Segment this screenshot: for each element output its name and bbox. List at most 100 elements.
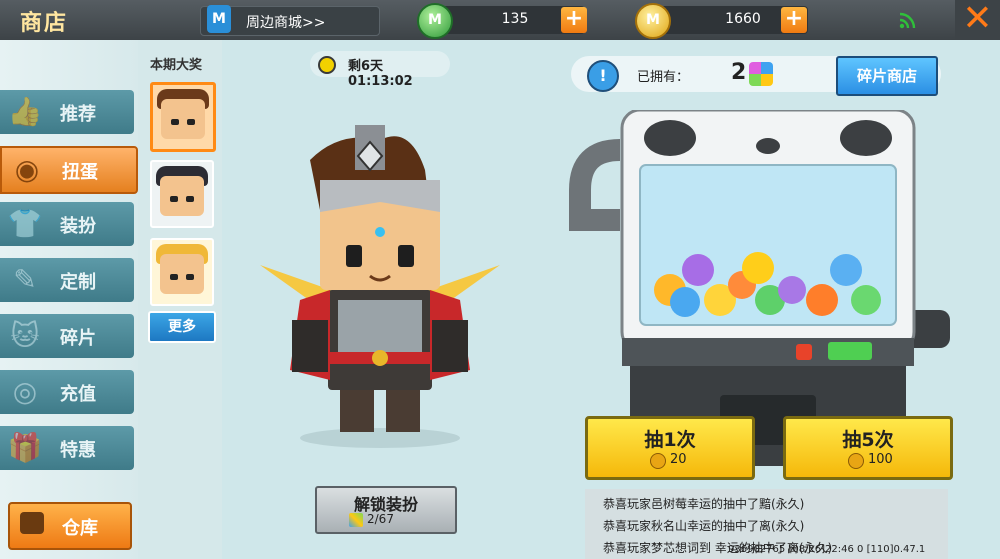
wifi-signal-icon [899, 12, 916, 29]
more-prizes-button[interactable]: 更多 [148, 311, 216, 343]
avatar-eye [170, 274, 178, 280]
thumbs-up-icon: 👍 [7, 95, 43, 128]
sidebar-item-recommended[interactable]: 👍 推荐 [0, 90, 134, 134]
capsule [830, 254, 862, 286]
avatar-face [160, 176, 204, 216]
right-leg [386, 390, 420, 432]
merch-mall-label: 周边商城>> [246, 15, 326, 31]
character-preview[interactable] [250, 120, 510, 450]
category-sidebar: 👍 推荐 ◉ 扭蛋 👕 装扮 ✎ 定制 🐱 碎片 ◎ 充值 🎁 特惠 [0, 40, 138, 559]
puzzle-piece-icon [749, 62, 773, 86]
shirt-icon: 👕 [7, 207, 43, 240]
sidebar-item-custom[interactable]: ✎ 定制 [0, 258, 134, 302]
capsule [778, 276, 806, 304]
warehouse-button[interactable]: 仓库 [8, 502, 132, 550]
right-eye [398, 245, 414, 267]
avatar-eye [170, 196, 178, 202]
capsule [851, 285, 881, 315]
sidebar-item-label: 充值 [60, 384, 96, 405]
right-arm [432, 320, 468, 372]
coin-balance: M 1660 + [635, 3, 808, 39]
coin-stack-icon: ◎ [12, 375, 38, 408]
grand-prize-title: 本期大奖 [150, 58, 203, 73]
unlock-outfit-button[interactable]: 解锁装扮 2/67 [315, 486, 457, 534]
panda-nose [756, 138, 780, 154]
clock-icon [318, 56, 336, 74]
prize-thumb-2[interactable] [150, 160, 214, 228]
add-coins-button[interactable]: + [781, 7, 807, 33]
info-icon[interactable]: ! [587, 60, 619, 92]
capsule [742, 252, 774, 284]
power-button [796, 344, 812, 360]
chest-icon [20, 512, 44, 534]
owned-label: 已拥有： [637, 70, 690, 85]
sidebar-item-label: 特惠 [60, 440, 96, 461]
sidebar-item-gacha[interactable]: ◉ 扭蛋 [0, 146, 138, 194]
left-arm [292, 320, 328, 372]
cat-icon: 🐱 [10, 319, 40, 352]
feed-line: 恭喜玩家邑树莓幸运的抽中了黯(永久) [603, 497, 805, 511]
prize-thumb-3[interactable] [150, 238, 214, 306]
shopping-bag-icon: M [207, 5, 231, 33]
left-leg [340, 390, 374, 432]
sidebar-item-fragments[interactable]: 🐱 碎片 [0, 314, 134, 358]
avatar-eye [171, 119, 179, 125]
draw-five-button[interactable]: 抽5次 100 [783, 416, 953, 480]
event-timer: 剩6天 01:13:02 [310, 51, 450, 89]
brush-icon: ✎ [13, 263, 37, 296]
prize-thumb-1[interactable] [150, 82, 216, 152]
go-button [828, 342, 872, 360]
owned-count: 2 [731, 60, 747, 85]
capsule [682, 254, 714, 286]
avatar-face [160, 254, 204, 294]
belt-buckle [372, 350, 388, 366]
sidebar-item-label: 扭蛋 [62, 162, 98, 183]
version-footer: 936902765 [08/26]22:46 0 [110]0.47.1 [728, 544, 926, 555]
left-eye [346, 245, 362, 267]
sidebar-item-recharge[interactable]: ◎ 充值 [0, 370, 134, 414]
unlock-progress: 2/67 [367, 512, 394, 526]
avatar-eye [186, 274, 194, 280]
shadow [300, 428, 460, 448]
sidebar-item-outfits[interactable]: 👕 装扮 [0, 202, 134, 246]
sidebar-item-deals[interactable]: 🎁 特惠 [0, 426, 134, 470]
sidebar-item-label: 推荐 [60, 104, 96, 125]
merch-mall-link[interactable]: M 周边商城>> [200, 5, 380, 36]
draw-five-price: 100 [868, 452, 893, 467]
gem-balance: M 135 + [417, 3, 587, 39]
sidebar-item-label: 定制 [60, 272, 96, 293]
machine-pipe [569, 139, 621, 231]
coin-icon [650, 453, 666, 469]
puzzle-piece-icon [349, 513, 363, 527]
draw-once-price: 20 [670, 452, 687, 467]
draw-once-button[interactable]: 抽1次 20 [585, 416, 755, 480]
capsule [670, 287, 700, 317]
add-gems-button[interactable]: + [561, 7, 587, 33]
timer-text: 剩6天 01:13:02 [348, 59, 413, 89]
sidebar-item-label: 装扮 [60, 216, 96, 237]
panda-ear-left [644, 120, 696, 156]
gem-icon: M [417, 3, 453, 39]
avatar-eye [186, 196, 194, 202]
close-button[interactable]: ✕ [955, 0, 1000, 40]
coin-count: 1660 [725, 11, 761, 27]
panda-ear-right [840, 120, 892, 156]
draw-once-label: 抽1次 [644, 429, 696, 451]
top-bar: 商店 M 周边商城>> M 135 + M 1660 + ✕ [0, 0, 1000, 40]
page-title: 商店 [20, 11, 69, 36]
coin-icon: M [635, 3, 671, 39]
forehead-gem [375, 227, 385, 237]
draw-five-label: 抽5次 [842, 429, 894, 451]
sidebar-item-label: 碎片 [60, 328, 96, 349]
avatar-face [161, 99, 205, 139]
warehouse-label: 仓库 [62, 518, 98, 539]
gem-count: 135 [501, 11, 529, 27]
capsule-icon: ◉ [14, 153, 40, 186]
avatar-eye [187, 119, 195, 125]
coin-icon [848, 453, 864, 469]
feed-line: 恭喜玩家秋名山幸运的抽中了离(永久) [603, 519, 805, 533]
fragment-shop-button[interactable]: 碎片商店 [836, 56, 938, 96]
gift-icon: 🎁 [7, 431, 43, 464]
capsule [806, 284, 838, 316]
grand-prize-column: 本期大奖 更多 [138, 40, 222, 559]
